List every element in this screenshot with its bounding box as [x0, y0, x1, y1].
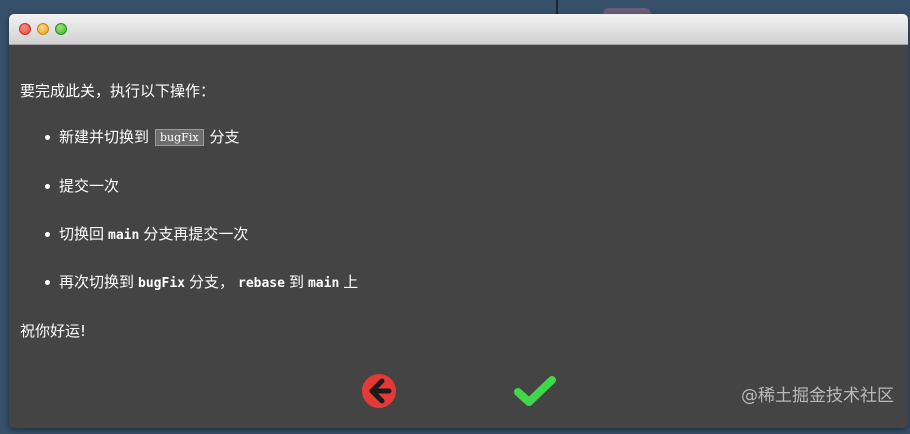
step-item-3: 切换回 main 分支再提交一次 — [44, 224, 249, 246]
step-item-4: 再次切换到 bugFix 分支， rebase 到 main 上 — [44, 272, 359, 294]
outro-text: 祝你好运! — [20, 322, 87, 340]
zoom-window-button[interactable] — [55, 23, 67, 35]
step-text: 提交一次 — [59, 177, 120, 195]
site-watermark: @稀土掘金技术社区 — [741, 386, 894, 406]
minimize-window-button[interactable] — [37, 23, 49, 35]
branch-name-code: bugFix — [138, 276, 185, 291]
level-dialog-window: 要完成此关，执行以下操作： 新建并切换到 bugFix 分支 提交一次 切换回 mai… — [9, 14, 908, 428]
close-window-button[interactable] — [19, 23, 31, 35]
back-arrow-icon — [362, 374, 396, 408]
step-text: 切换回 — [59, 225, 105, 243]
window-titlebar — [9, 14, 908, 45]
step-text: 分支 — [209, 128, 240, 146]
branch-name-code: bugFix — [155, 129, 204, 146]
step-text: 分支再提交一次 — [143, 225, 249, 243]
intro-text: 要完成此关，执行以下操作： — [20, 82, 216, 100]
step-text: 再次切换到 — [59, 273, 135, 291]
back-button[interactable] — [361, 373, 397, 409]
step-text: 到 — [288, 273, 304, 291]
checkmark-icon — [514, 376, 556, 406]
step-item-2: 提交一次 — [44, 176, 120, 196]
background-divider — [556, 0, 558, 14]
confirm-button[interactable] — [514, 375, 556, 407]
command-code: rebase — [238, 276, 285, 291]
branch-name-code: main — [108, 228, 140, 243]
step-text: 新建并切换到 — [59, 128, 150, 146]
step-text: 分支， — [188, 273, 234, 291]
step-item-1: 新建并切换到 bugFix 分支 — [45, 127, 240, 148]
step-text: 上 — [343, 273, 359, 291]
branch-name-code: main — [307, 276, 340, 291]
